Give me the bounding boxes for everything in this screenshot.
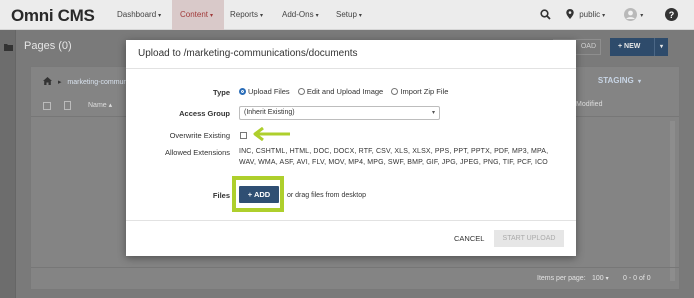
- dialog-title: Upload to /marketing-communications/docu…: [126, 40, 576, 69]
- chevron-down-icon: ▾: [260, 13, 264, 19]
- site-selector-label: public: [579, 10, 601, 19]
- chevron-down-icon: ▾: [158, 13, 162, 19]
- type-label: Type: [213, 88, 230, 97]
- add-files-button[interactable]: + ADD: [239, 186, 279, 203]
- column-name[interactable]: Name ▴: [88, 101, 112, 109]
- staging-label: STAGING: [597, 76, 634, 85]
- allowed-extensions-label: Allowed Extensions: [164, 148, 230, 157]
- nav-content-label: Content: [180, 10, 209, 19]
- select-all-checkbox[interactable]: [43, 102, 51, 110]
- page-range: 0 - 0 of 0: [623, 275, 651, 282]
- breadcrumb-item[interactable]: marketing-commun: [67, 79, 127, 86]
- nav-reports-label: Reports: [230, 10, 259, 19]
- new-button[interactable]: + NEW ▾: [610, 38, 668, 56]
- chevron-down-icon: ▾: [358, 13, 362, 19]
- nav-dashboard[interactable]: Dashboard ▾: [112, 0, 168, 30]
- column-name-label: Name: [88, 102, 107, 109]
- dialog-footer: CANCEL START UPLOAD: [126, 220, 576, 256]
- chevron-down-icon: ▾: [640, 13, 644, 19]
- chevron-down-icon: ▾: [605, 276, 609, 282]
- access-group-select[interactable]: (Inherit Existing) ▾: [239, 106, 440, 120]
- items-per-page-label: Items per page:: [537, 275, 586, 282]
- page-title: Pages (0): [24, 40, 72, 52]
- drag-drop-hint: or drag files from desktop: [287, 192, 366, 199]
- search-icon[interactable]: [540, 9, 551, 20]
- cancel-button[interactable]: CANCEL: [454, 234, 484, 243]
- radio-edit-upload-image-label[interactable]: Edit and Upload Image: [307, 87, 383, 96]
- annotation-arrow-icon: [253, 127, 290, 141]
- sort-up-icon: ▴: [108, 102, 113, 109]
- chevron-down-icon: ▾: [431, 110, 435, 116]
- scrollbar[interactable]: [670, 121, 675, 281]
- overwrite-label: Overwrite Existing: [169, 131, 230, 140]
- chevron-down-icon: ▾: [210, 13, 214, 19]
- svg-text:?: ?: [669, 10, 675, 20]
- breadcrumb: ▸ marketing-commun: [43, 77, 127, 86]
- items-per-page-select[interactable]: 100 ▾: [592, 275, 609, 282]
- nav-setup[interactable]: Setup ▾: [336, 0, 376, 30]
- radio-import-zip-label[interactable]: Import Zip File: [400, 87, 448, 96]
- chevron-down-icon: ▾: [637, 79, 641, 85]
- nav-add-ons[interactable]: Add-Ons ▾: [282, 0, 330, 30]
- user-menu[interactable]: ▾: [624, 0, 643, 30]
- document-icon: [64, 101, 71, 110]
- top-navigation: Omni CMS Dashboard ▾ Content ▾ Reports ▾ Ad…: [0, 0, 694, 30]
- radio-upload-files-label[interactable]: Upload Files: [248, 87, 290, 96]
- access-group-value: (Inherit Existing): [244, 109, 295, 116]
- home-icon[interactable]: [43, 77, 52, 85]
- nav-setup-label: Setup: [336, 10, 357, 19]
- breadcrumb-separator-icon: ▸: [57, 79, 62, 86]
- start-upload-button[interactable]: START UPLOAD: [494, 230, 564, 247]
- radio-edit-upload-image[interactable]: [297, 88, 305, 95]
- chevron-down-icon: ▾: [315, 13, 319, 19]
- pagination: Items per page: 100 ▾ 0 - 0 of 0: [31, 267, 679, 289]
- app-logo[interactable]: Omni CMS: [11, 6, 95, 26]
- access-group-label: Access Group: [179, 109, 230, 118]
- avatar-icon: [624, 8, 637, 21]
- chevron-down-icon: ▾: [602, 13, 606, 19]
- nav-dashboard-label: Dashboard: [117, 10, 157, 19]
- radio-import-zip[interactable]: [391, 88, 399, 95]
- upload-dialog: Upload to /marketing-communications/docu…: [126, 40, 576, 256]
- new-button-label: + NEW: [618, 43, 641, 50]
- items-per-page-value: 100: [592, 275, 604, 282]
- chevron-down-icon[interactable]: ▾: [654, 38, 668, 56]
- allowed-extensions-list: INC, CSHTML, HTML, DOC, DOCX, RTF, CSV, …: [239, 148, 549, 166]
- nav-reports[interactable]: Reports ▾: [230, 0, 276, 30]
- type-radio-group: Upload Files Edit and Upload Image Impor…: [239, 87, 454, 97]
- nav-add-ons-label: Add-Ons: [282, 10, 314, 19]
- radio-upload-files[interactable]: [239, 88, 246, 95]
- map-pin-icon: [566, 9, 574, 19]
- overwrite-checkbox[interactable]: [240, 132, 247, 139]
- site-selector[interactable]: public ▾: [566, 0, 605, 30]
- sidebar-toggle[interactable]: [0, 30, 16, 298]
- column-modified[interactable]: Modified: [576, 101, 602, 108]
- staging-selector[interactable]: STAGING ▾: [598, 76, 641, 85]
- files-label: Files: [212, 191, 230, 200]
- nav-content[interactable]: Content ▾: [172, 0, 224, 30]
- folder-icon: [4, 44, 13, 51]
- help-icon[interactable]: ?: [665, 8, 678, 21]
